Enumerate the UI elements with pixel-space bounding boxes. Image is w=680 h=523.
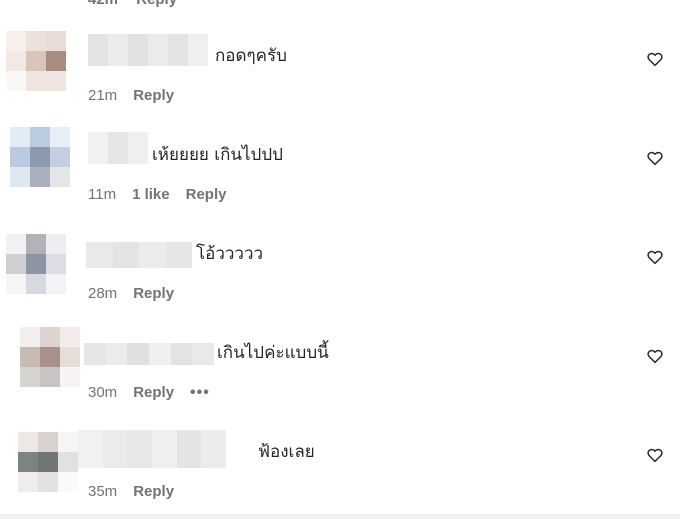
avatar[interactable]	[6, 31, 66, 91]
reply-button[interactable]: Reply	[133, 384, 174, 401]
username[interactable]	[84, 343, 215, 365]
heart-outline-icon[interactable]	[646, 248, 664, 266]
avatar[interactable]	[6, 234, 66, 294]
reply-button[interactable]: Reply	[186, 186, 227, 203]
comment-meta: 11m 1 like Reply	[88, 186, 226, 203]
username[interactable]	[78, 430, 227, 468]
comment-text: โอ้ววววว	[196, 244, 264, 264]
avatar[interactable]	[18, 432, 78, 492]
comment-item: กอดๆครับ 21m Reply	[0, 29, 680, 128]
comment-item: เกินไปค่ะแบบนี้ 30m Reply •••	[0, 325, 680, 424]
comment-item: ฟ้องเลย 35m Reply	[0, 424, 680, 523]
comment-meta: 28m Reply	[88, 285, 174, 302]
comment-text: เห้ยยยย เกินไปปป	[152, 145, 283, 165]
comment-time: 11m	[88, 186, 117, 203]
username[interactable]	[86, 242, 192, 268]
heart-outline-icon[interactable]	[646, 446, 664, 464]
comment-time: 35m	[88, 483, 118, 500]
comment-item: เห้ยยยย เกินไปปป 11m 1 like Reply	[0, 127, 680, 226]
comment-text: ฟ้องเลย	[258, 442, 315, 462]
username[interactable]	[88, 132, 148, 164]
username[interactable]	[88, 34, 208, 66]
heart-outline-icon[interactable]	[646, 347, 664, 365]
avatar[interactable]	[20, 327, 80, 387]
reply-button[interactable]: Reply	[133, 285, 174, 302]
reply-button[interactable]: Reply	[133, 87, 174, 104]
comment-meta: 21m Reply	[88, 87, 174, 104]
heart-outline-icon[interactable]	[646, 50, 664, 68]
comment-item: โอ้ววววว 28m Reply	[0, 226, 680, 325]
heart-outline-icon[interactable]	[646, 149, 664, 167]
reply-button[interactable]: Reply	[133, 483, 174, 500]
comment-time: 42m	[88, 0, 118, 8]
avatar[interactable]	[10, 127, 70, 187]
comment-time: 21m	[88, 87, 118, 104]
likes-count[interactable]: 1 like	[132, 186, 170, 203]
comment-time: 28m	[88, 285, 118, 302]
comment-meta: 30m Reply •••	[88, 384, 210, 402]
reply-button[interactable]: Reply	[136, 0, 177, 8]
comment-text: กอดๆครับ	[215, 46, 287, 66]
comment-time: 30m	[88, 384, 118, 401]
comment-text: เกินไปค่ะแบบนี้	[217, 343, 329, 363]
divider	[0, 514, 680, 519]
more-horizontal-icon[interactable]: •••	[190, 384, 210, 401]
previous-comment-meta: 42m Reply	[88, 0, 191, 8]
comment-meta: 35m Reply	[88, 483, 174, 500]
